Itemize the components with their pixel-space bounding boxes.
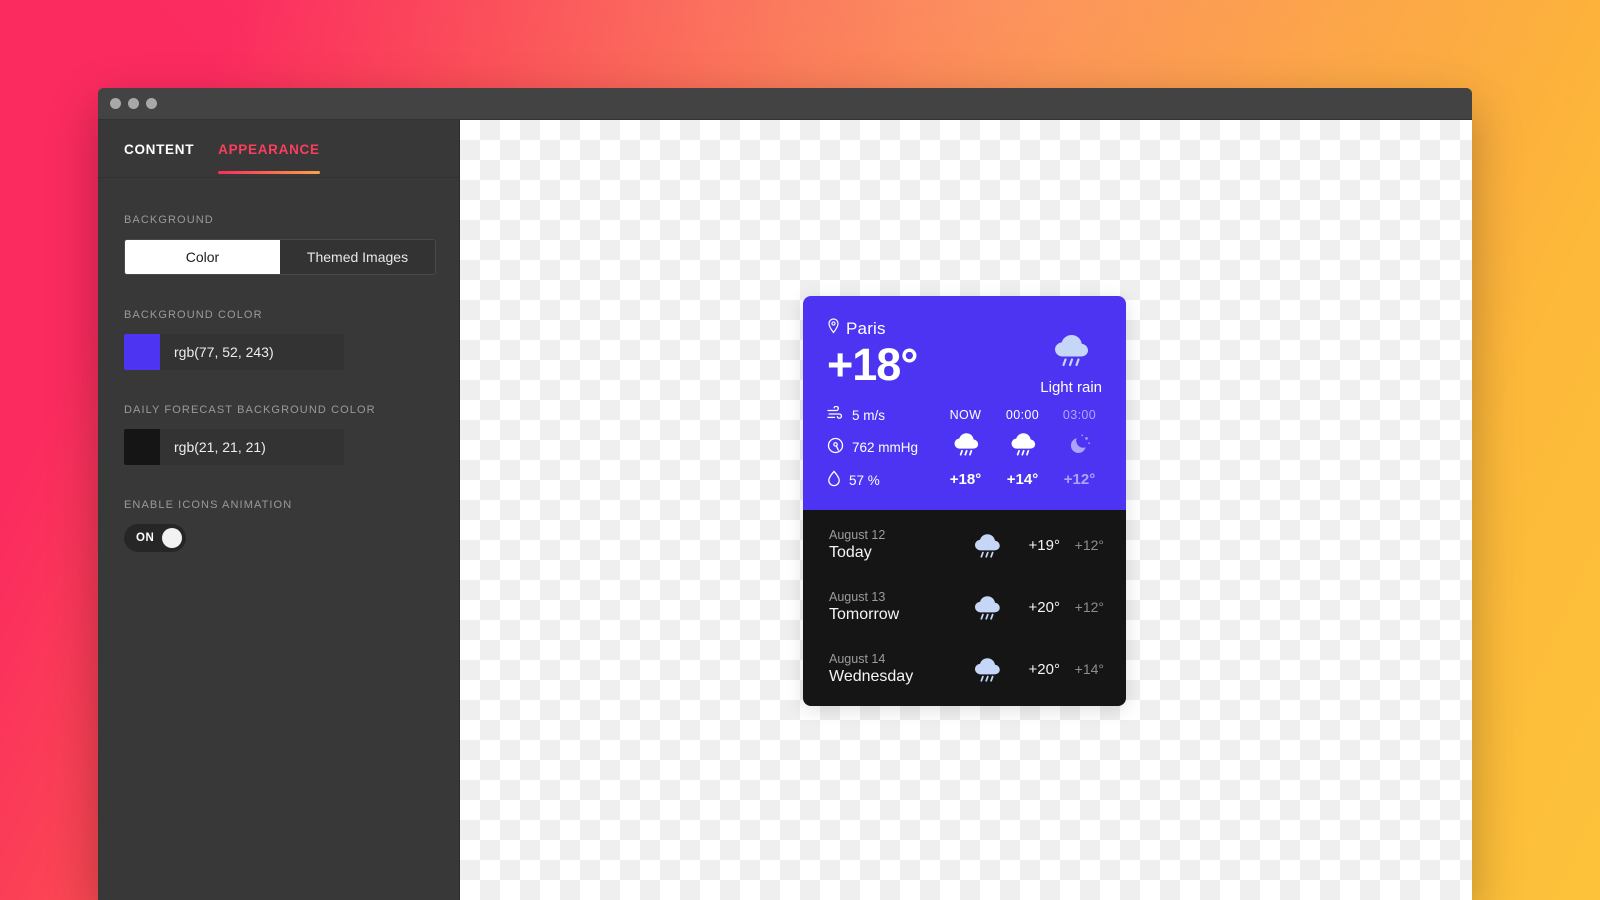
metrics-column: 5 m/s 762 mmHg 57 %: [827, 405, 937, 490]
day-high-temp: +20°: [1028, 598, 1060, 616]
daily-forecast-background-color-label: DAILY FORECAST BACKGROUND COLOR: [124, 404, 376, 416]
hourly-time: 00:00: [1005, 408, 1040, 423]
city-name: Paris: [846, 318, 886, 338]
rain-cloud-icon: [960, 532, 1014, 559]
day-low-temp: +12°: [1074, 599, 1104, 616]
table-row[interactable]: August 12 Today +19° +12°: [803, 514, 1126, 576]
day-labels: August 12 Today: [829, 528, 960, 562]
daily-forecast-block: August 12 Today +19° +12° August 13 Tomo…: [803, 510, 1126, 707]
day-name: Tomorrow: [829, 606, 900, 624]
app-window: CONTENT APPEARANCE BACKGROUND Color Them…: [98, 88, 1472, 900]
map-pin-icon: [827, 318, 840, 339]
daily-forecast-background-color-value: rgb(21, 21, 21): [174, 439, 266, 455]
background-color-label: BACKGROUND COLOR: [124, 309, 263, 321]
day-date: August 14: [829, 652, 886, 667]
hourly-time: 03:00: [1062, 408, 1097, 423]
toggle-knob[interactable]: [162, 528, 182, 548]
window-body: CONTENT APPEARANCE BACKGROUND Color Them…: [98, 120, 1472, 900]
hourly-time: NOW: [949, 408, 982, 423]
current-condition-block: Light rain: [1040, 332, 1102, 396]
barometer-icon: [827, 437, 844, 457]
background-color-setting-group: BACKGROUND COLOR rgb(77, 52, 243): [124, 309, 433, 370]
hourly-temp: +12°: [1063, 471, 1096, 489]
tab-appearance[interactable]: APPEARANCE: [218, 142, 320, 174]
metric-humidity: 57 %: [827, 470, 937, 490]
close-button-icon[interactable]: [110, 98, 121, 109]
maximize-button-icon[interactable]: [146, 98, 157, 109]
humidity-icon: [827, 470, 841, 490]
moon-stars-icon: [1067, 431, 1093, 462]
background-color-swatch[interactable]: [124, 334, 160, 370]
weather-widget-preview: Paris +18° Light rain 5 m/s 762 mmHg 57 …: [803, 296, 1126, 707]
background-color-value: rgb(77, 52, 243): [174, 344, 274, 360]
metric-pressure-value: 762 mmHg: [852, 439, 919, 455]
enable-icons-animation-label: ENABLE ICONS ANIMATION: [124, 499, 293, 511]
rain-cloud-icon: [1050, 332, 1092, 373]
table-row[interactable]: August 14 Wednesday +20° +14°: [803, 638, 1126, 700]
hourly-item[interactable]: NOW +18°: [937, 408, 994, 488]
daily-forecast-background-color-swatch[interactable]: [124, 429, 160, 465]
minimize-button-icon[interactable]: [128, 98, 139, 109]
background-color-field[interactable]: rgb(77, 52, 243): [124, 334, 344, 370]
toggle-state-label: ON: [136, 532, 155, 544]
hourly-list: NOW +18° 00:00 +14° 03:00 +12°: [937, 408, 1102, 488]
background-option-color[interactable]: Color: [125, 240, 280, 274]
metric-pressure: 762 mmHg: [827, 437, 937, 457]
day-high-temp: +20°: [1028, 660, 1060, 678]
window-titlebar: [98, 88, 1472, 120]
sidebar-tabbar: CONTENT APPEARANCE: [98, 120, 459, 178]
background-setting-group: BACKGROUND Color Themed Images: [124, 214, 436, 275]
day-date: August 12: [829, 528, 886, 543]
appearance-settings-panel: BACKGROUND Color Themed Images BACKGROUN…: [98, 178, 459, 586]
day-name: Wednesday: [829, 668, 914, 686]
wind-icon: [827, 405, 844, 424]
hourly-temp: +18°: [949, 471, 982, 489]
window-controls: [110, 98, 157, 109]
metric-wind: 5 m/s: [827, 405, 937, 424]
day-labels: August 13 Tomorrow: [829, 590, 960, 624]
metric-wind-value: 5 m/s: [852, 407, 886, 423]
tab-content[interactable]: CONTENT: [124, 142, 194, 174]
table-row[interactable]: August 13 Tomorrow +20° +12°: [803, 576, 1126, 638]
day-low-temp: +14°: [1074, 661, 1104, 678]
metric-humidity-value: 57 %: [849, 472, 880, 488]
daily-forecast-background-color-setting-group: DAILY FORECAST BACKGROUND COLOR rgb(21, …: [124, 404, 433, 465]
current-conditions-block: Paris +18° Light rain 5 m/s 762 mmHg 57 …: [803, 296, 1126, 511]
metrics-and-hourly-row: 5 m/s 762 mmHg 57 % NOW +18° 00:00 +14° …: [827, 405, 1102, 490]
background-type-segmented-control[interactable]: Color Themed Images: [124, 239, 436, 275]
day-date: August 13: [829, 590, 886, 605]
hourly-temp: +14°: [1006, 471, 1039, 489]
rain-cloud-icon: [951, 431, 981, 462]
current-condition-text: Light rain: [1040, 379, 1102, 396]
rain-cloud-icon: [960, 656, 1014, 683]
day-name: Today: [829, 544, 872, 562]
enable-icons-animation-setting-group: ENABLE ICONS ANIMATION ON: [124, 499, 433, 552]
preview-canvas: Paris +18° Light rain 5 m/s 762 mmHg 57 …: [460, 120, 1472, 900]
day-low-temp: +12°: [1074, 537, 1104, 554]
hourly-item[interactable]: 03:00 +12°: [1051, 408, 1102, 488]
enable-icons-animation-toggle[interactable]: ON: [124, 524, 186, 552]
rain-cloud-icon: [1008, 431, 1038, 462]
background-label: BACKGROUND: [124, 214, 214, 226]
desktop-background: CONTENT APPEARANCE BACKGROUND Color Them…: [0, 0, 1600, 900]
settings-sidebar: CONTENT APPEARANCE BACKGROUND Color Them…: [98, 120, 460, 900]
day-labels: August 14 Wednesday: [829, 652, 960, 686]
day-high-temp: +19°: [1028, 536, 1060, 554]
background-option-themed-images[interactable]: Themed Images: [280, 240, 435, 274]
daily-forecast-background-color-field[interactable]: rgb(21, 21, 21): [124, 429, 344, 465]
rain-cloud-icon: [960, 594, 1014, 621]
hourly-item[interactable]: 00:00 +14°: [994, 408, 1051, 488]
hourly-forecast-strip: NOW +18° 00:00 +14° 03:00 +12°: [937, 406, 1102, 490]
